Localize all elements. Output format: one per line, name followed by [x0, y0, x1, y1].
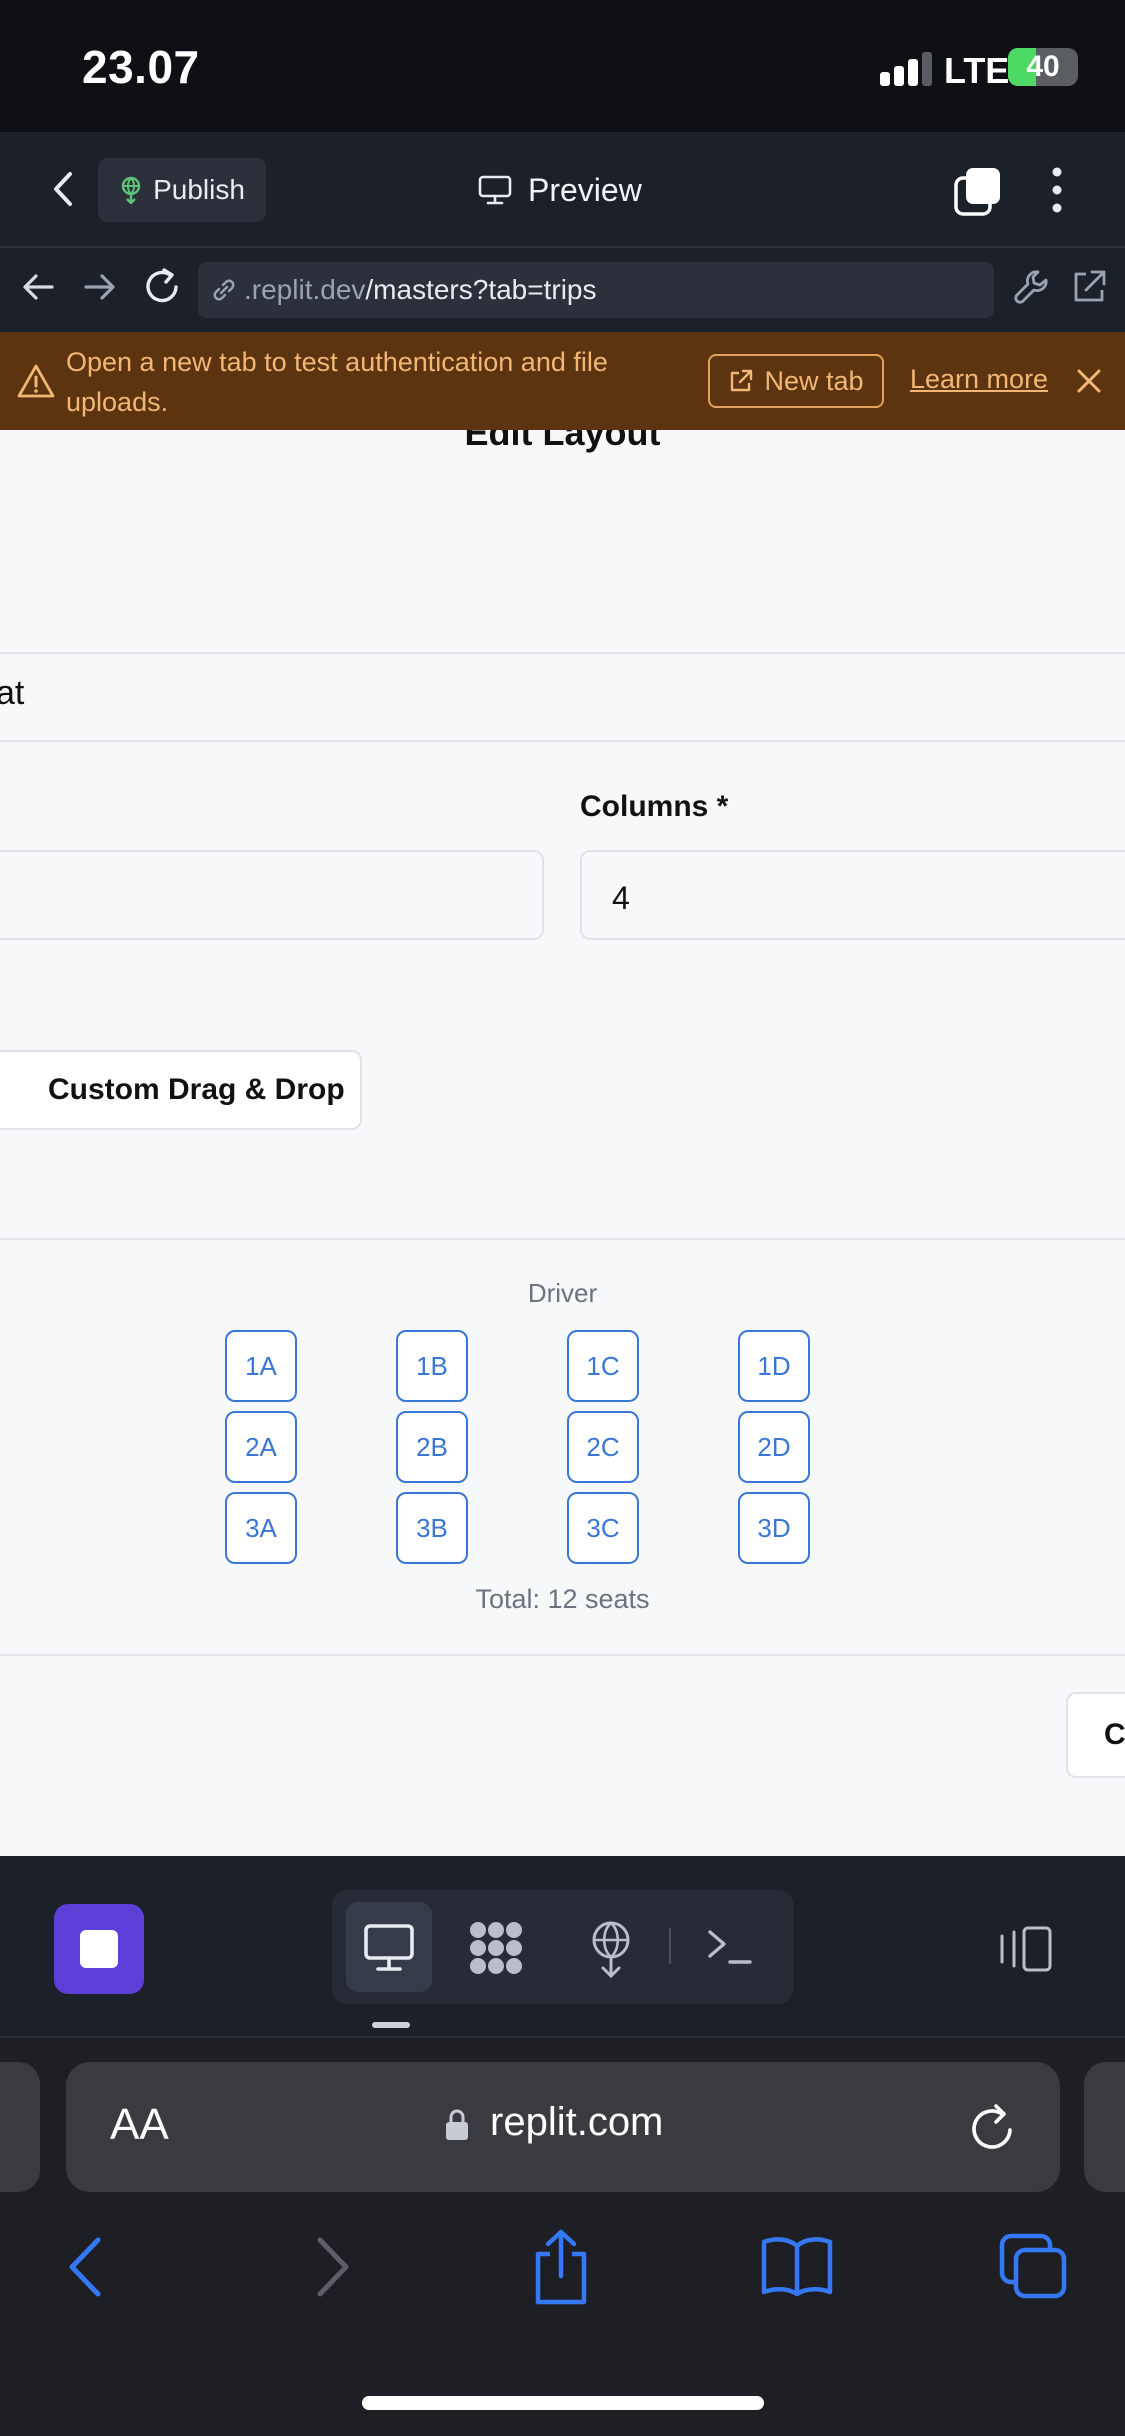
preview-url-bar[interactable]: .replit.dev/masters?tab=trips — [198, 262, 994, 318]
home-indicator — [362, 2396, 764, 2410]
tool-switcher — [332, 1890, 794, 2004]
page-title: Edit Layout — [464, 430, 661, 453]
cancel-button-partial[interactable]: C — [1066, 1692, 1125, 1778]
more-vertical-icon[interactable] — [1040, 162, 1074, 218]
columns-input[interactable]: 4 — [580, 850, 1125, 940]
banner-message: Open a new tab to test authentication an… — [66, 347, 608, 417]
seat-2d[interactable]: 2D — [738, 1411, 810, 1483]
stop-icon — [80, 1930, 118, 1968]
workspace-header: Publish Preview — [0, 132, 1125, 248]
apps-grid-icon[interactable] — [466, 1918, 526, 1978]
seat-3a[interactable]: 3A — [225, 1492, 297, 1564]
workspace-toolbar — [0, 1856, 1125, 2038]
previous-tab-peek[interactable] — [0, 2062, 40, 2192]
publish-globe-icon — [121, 176, 141, 204]
deploy-globe-icon[interactable] — [582, 1918, 640, 1978]
custom-drag-drop-button[interactable]: Custom Drag & Drop — [0, 1050, 362, 1130]
seat-1d[interactable]: 1D — [738, 1330, 810, 1402]
network-label: LTE — [944, 50, 1010, 91]
external-link-icon — [731, 369, 753, 392]
seat-1b[interactable]: 1B — [396, 1330, 468, 1402]
arrow-right-icon[interactable] — [78, 266, 120, 308]
divider — [0, 740, 1125, 742]
learn-more-link[interactable]: Learn more — [910, 364, 1048, 395]
monitor-icon — [478, 175, 512, 205]
browser-address-bar[interactable]: AA replit.com — [66, 2062, 1060, 2192]
divider — [0, 1654, 1125, 1656]
section-label-partial: at — [0, 674, 25, 712]
new-tab-label: New tab — [764, 365, 864, 396]
columns-label: Columns * — [580, 790, 729, 823]
tool-separator — [669, 1928, 671, 1964]
tabs-icon[interactable] — [998, 2232, 1070, 2302]
tool-preview-button[interactable] — [346, 1902, 432, 1992]
close-icon[interactable] — [1074, 366, 1104, 396]
url-host: .replit.dev — [244, 274, 366, 305]
next-tab-peek[interactable] — [1084, 2062, 1125, 2192]
arrow-left-icon[interactable] — [18, 266, 60, 308]
shell-icon[interactable] — [704, 1924, 754, 1968]
status-time: 23.07 — [82, 41, 200, 93]
battery-percent: 40 — [1026, 50, 1060, 83]
publish-label: Publish — [153, 174, 245, 205]
total-seats: Total: 12 seats — [475, 1584, 650, 1614]
new-tab-button[interactable]: New tab — [708, 354, 884, 408]
monitor-icon — [364, 1924, 414, 1971]
seat-3c[interactable]: 3C — [567, 1492, 639, 1564]
seat-1a[interactable]: 1A — [225, 1330, 297, 1402]
browser-domain: replit.com — [490, 2100, 664, 2144]
seat-2a[interactable]: 2A — [225, 1411, 297, 1483]
forward-chevron-icon[interactable] — [310, 2234, 354, 2300]
back-chevron-icon[interactable] — [64, 2234, 108, 2300]
url-path: /masters?tab=trips — [365, 274, 597, 305]
preview-tab[interactable]: Preview — [478, 162, 642, 218]
divider — [0, 1238, 1125, 1240]
status-bar: 23.07 LTE 40 — [0, 0, 1125, 132]
device-toggle-icon[interactable] — [998, 1924, 1054, 1974]
seat-2b[interactable]: 2B — [396, 1411, 468, 1483]
driver-label: Driver — [527, 1278, 598, 1308]
battery-icon: 40 — [1008, 48, 1078, 86]
seat-3b[interactable]: 3B — [396, 1492, 468, 1564]
tabs-switcher-icon[interactable] — [952, 166, 1004, 218]
divider — [0, 652, 1125, 654]
link-icon — [213, 279, 235, 301]
preview-address-row: .replit.dev/masters?tab=trips — [0, 248, 1125, 332]
app-preview: Edit Layout at Columns * 4 Custom Drag &… — [0, 430, 1125, 1856]
browser-chrome: AA replit.com — [0, 2038, 1125, 2436]
reload-icon[interactable] — [966, 2100, 1022, 2158]
warning-banner: Open a new tab to test authentication an… — [0, 332, 1125, 430]
stop-button[interactable] — [54, 1904, 144, 1994]
seat-3d[interactable]: 3D — [738, 1492, 810, 1564]
tool-indicator — [372, 2022, 410, 2028]
preview-label: Preview — [528, 171, 642, 208]
seat-1c[interactable]: 1C — [567, 1330, 639, 1402]
reload-icon[interactable] — [142, 264, 184, 310]
signal-icon — [880, 52, 934, 86]
reader-settings-button[interactable]: AA — [110, 2100, 169, 2150]
reader-label: AA — [110, 2100, 169, 2149]
warning-icon — [17, 364, 55, 398]
publish-button[interactable]: Publish — [98, 158, 266, 222]
wrench-icon[interactable] — [1012, 266, 1054, 308]
back-chevron-icon[interactable] — [40, 164, 90, 214]
rows-input[interactable] — [0, 850, 544, 940]
seat-2c[interactable]: 2C — [567, 1411, 639, 1483]
share-icon[interactable] — [530, 2228, 592, 2306]
bookmarks-icon[interactable] — [760, 2234, 834, 2298]
lock-icon — [446, 2109, 468, 2140]
external-link-icon[interactable] — [1068, 266, 1110, 308]
